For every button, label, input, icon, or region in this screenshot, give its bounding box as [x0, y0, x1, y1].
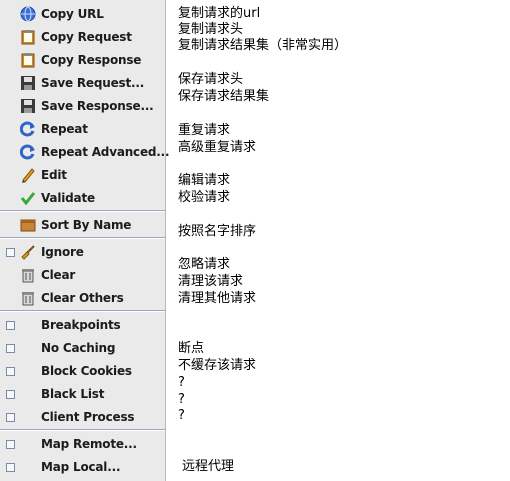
menu-item-block-cookies[interactable]: Block Cookies [0, 360, 165, 382]
menu-item-label: Sort By Name [41, 218, 132, 232]
note-edit: 编辑请求 [178, 173, 231, 188]
box-icon [20, 217, 36, 233]
menu-item-edit[interactable]: Edit [0, 164, 165, 186]
menu-separator [0, 210, 165, 212]
menu-item-breakpoints[interactable]: Breakpoints [0, 314, 165, 336]
menu-item-label: Client Process [41, 410, 135, 424]
menu-item-label: Black List [41, 387, 105, 401]
globe-icon [20, 6, 36, 22]
checkbox-icon [6, 413, 15, 422]
refresh-icon [20, 144, 36, 160]
note-save-response: 保存请求结果集 [178, 89, 270, 104]
note-block-cookies: ? [178, 375, 185, 390]
menu-item-label: Map Remote... [41, 437, 137, 451]
note-black-list: ? [178, 392, 185, 407]
menu-item-save-response[interactable]: Save Response... [0, 95, 165, 117]
checkbox-icon [6, 463, 15, 472]
menu-item-no-caching[interactable]: No Caching [0, 337, 165, 359]
refresh-icon [20, 121, 36, 137]
trash-icon [20, 290, 36, 306]
note-client-process: ? [178, 408, 185, 423]
menu-separator [0, 237, 165, 239]
menu-item-label: Edit [41, 168, 67, 182]
clipboard-icon [20, 52, 36, 68]
note-clear: 清理该请求 [178, 274, 244, 289]
note-copy-request: 复制请求头 [178, 22, 244, 37]
clipboard-icon [20, 29, 36, 45]
note-ignore: 忽略请求 [178, 257, 231, 272]
trash-icon [20, 267, 36, 283]
checkmark-icon [20, 190, 36, 206]
checkbox-icon [6, 248, 15, 257]
menu-item-label: Copy URL [41, 7, 104, 21]
menu-item-clear[interactable]: Clear [0, 264, 165, 286]
menu-item-copy-url[interactable]: Copy URL [0, 3, 165, 25]
floppy-disk-icon [20, 75, 36, 91]
note-copy-url: 复制请求的url [178, 6, 261, 21]
menu-item-sort-by-name[interactable]: Sort By Name [0, 214, 165, 236]
menu-separator [0, 310, 165, 312]
menu-item-label: Repeat Advanced... [41, 145, 170, 159]
note-breakpoints: 断点 [178, 341, 205, 356]
checkbox-icon [6, 367, 15, 376]
menu-item-repeat[interactable]: Repeat [0, 118, 165, 140]
broom-icon [20, 244, 36, 260]
note-clear-others: 清理其他请求 [178, 291, 257, 306]
menu-item-label: No Caching [41, 341, 116, 355]
menu-item-client-process[interactable]: Client Process [0, 406, 165, 428]
menu-item-map-remote[interactable]: Map Remote... [0, 433, 165, 455]
menu-item-label: Save Request... [41, 76, 145, 90]
menu-item-save-request[interactable]: Save Request... [0, 72, 165, 94]
checkbox-icon [6, 390, 15, 399]
note-copy-response: 复制请求结果集（非常实用） [178, 38, 348, 53]
menu-separator [0, 429, 165, 431]
floppy-disk-icon [20, 98, 36, 114]
checkbox-icon [6, 440, 15, 449]
menu-item-label: Breakpoints [41, 318, 121, 332]
menu-item-clear-others[interactable]: Clear Others [0, 287, 165, 309]
note-save-request: 保存请求头 [178, 72, 244, 87]
menu-item-label: Save Response... [41, 99, 154, 113]
context-menu: Copy URL Copy Request Copy Response Save… [0, 0, 170, 481]
menu-item-label: Validate [41, 191, 95, 205]
menu-item-label: Repeat [41, 122, 88, 136]
menu-item-label: Clear Others [41, 291, 124, 305]
menu-item-label: Map Local... [41, 460, 121, 474]
menu-item-copy-request[interactable]: Copy Request [0, 26, 165, 48]
menu-item-label: Copy Response [41, 53, 142, 67]
menu-item-repeat-advanced[interactable]: Repeat Advanced... [0, 141, 170, 163]
note-validate: 校验请求 [178, 190, 231, 205]
menu-item-label: Block Cookies [41, 364, 132, 378]
checkbox-icon [6, 321, 15, 330]
pencil-icon [20, 167, 36, 183]
menu-item-label: Copy Request [41, 30, 132, 44]
menu-item-label: Clear [41, 268, 76, 282]
checkbox-icon [6, 344, 15, 353]
note-repeat-advanced: 高级重复请求 [178, 140, 257, 155]
menu-item-ignore[interactable]: Ignore [0, 241, 165, 263]
menu-item-copy-response[interactable]: Copy Response [0, 49, 165, 71]
menu-item-map-local[interactable]: Map Local... [0, 456, 165, 478]
note-sort-by-name: 按照名字排序 [178, 224, 257, 239]
menu-item-black-list[interactable]: Black List [0, 383, 165, 405]
menu-item-validate[interactable]: Validate [0, 187, 165, 209]
note-no-caching: 不缓存该请求 [178, 358, 257, 373]
menu-item-label: Ignore [41, 245, 84, 259]
note-repeat: 重复请求 [178, 123, 231, 138]
note-map-remote: 远程代理 [182, 459, 235, 474]
